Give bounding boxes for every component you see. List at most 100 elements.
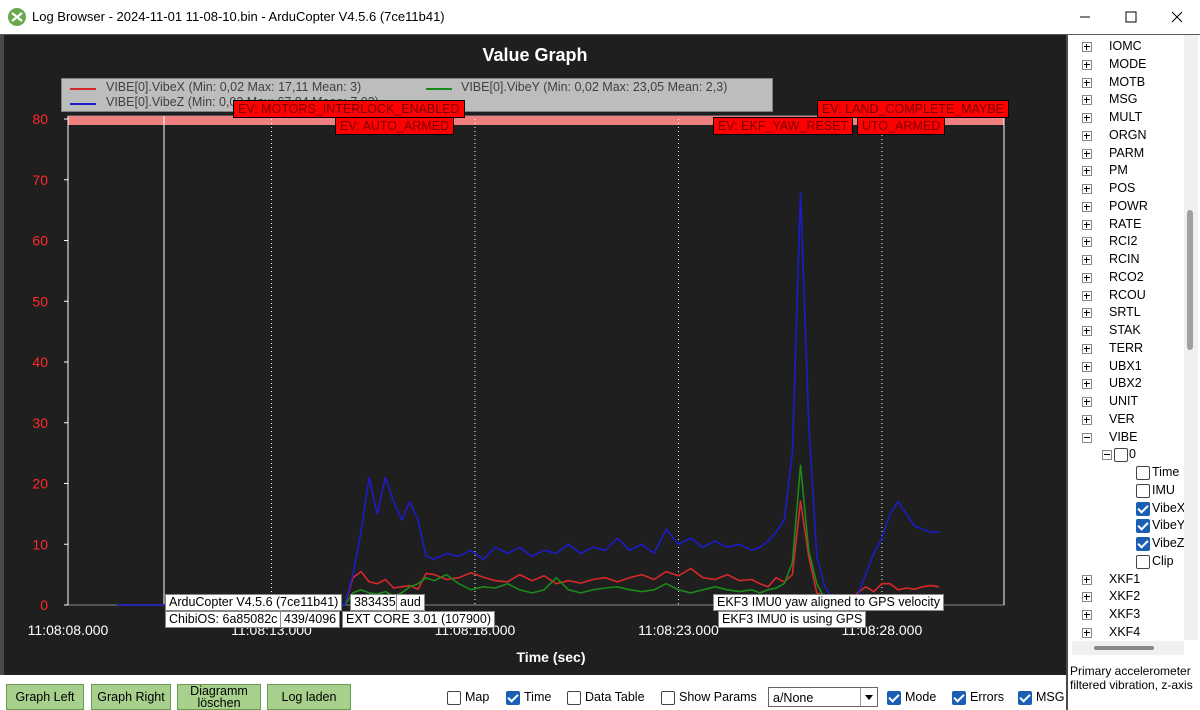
field-label-clip[interactable]: Clip — [1152, 553, 1174, 570]
expand-icon[interactable] — [1082, 255, 1092, 265]
tree-horizontal-scrollbar-thumb[interactable] — [1094, 646, 1154, 650]
minimize-button[interactable] — [1062, 0, 1108, 34]
field-label-vibex[interactable]: VibeX — [1152, 500, 1184, 517]
expand-icon[interactable] — [1082, 343, 1092, 354]
expand-icon[interactable] — [1082, 148, 1092, 159]
time-checkbox[interactable] — [506, 691, 520, 705]
field-checkbox-vibez[interactable] — [1136, 537, 1150, 551]
clear-graph-button[interactable]: Diagramm löschen — [177, 684, 261, 710]
tree-item-rco2[interactable]: RCO2 — [1109, 269, 1144, 286]
show-params-checkbox[interactable] — [661, 691, 675, 705]
tree-horizontal-scrollbar[interactable] — [1072, 641, 1184, 655]
tree-item-xkf3[interactable]: XKF3 — [1109, 606, 1140, 623]
tree-item-rci2[interactable]: RCI2 — [1109, 233, 1137, 250]
expand-icon[interactable] — [1082, 77, 1092, 88]
errors-checkbox[interactable] — [952, 691, 966, 705]
expand-icon[interactable] — [1082, 272, 1092, 283]
tree-item-stak[interactable]: STAK — [1109, 322, 1141, 339]
instance-checkbox[interactable] — [1114, 448, 1128, 463]
tree-item-powr[interactable]: POWR — [1109, 198, 1148, 215]
expand-icon[interactable] — [1082, 201, 1092, 212]
close-button[interactable] — [1154, 0, 1200, 34]
tree-item-instance[interactable]: 0 — [1129, 446, 1136, 463]
tree-item-xkf1[interactable]: XKF1 — [1109, 571, 1140, 588]
graph-right-button[interactable]: Graph Right — [91, 684, 171, 710]
expand-icon[interactable] — [1082, 42, 1092, 52]
maximize-button[interactable] — [1108, 0, 1154, 34]
field-label-vibey[interactable]: VibeY — [1152, 517, 1184, 534]
tree-item-parm[interactable]: PARM — [1109, 145, 1144, 162]
tree-item-srtl[interactable]: SRTL — [1109, 304, 1141, 321]
tree-item-pos[interactable]: POS — [1109, 180, 1135, 197]
tree-item-terr[interactable]: TERR — [1109, 340, 1143, 357]
tree-item-rate[interactable]: RATE — [1109, 216, 1141, 233]
expand-icon[interactable] — [1082, 361, 1092, 372]
field-label-imu[interactable]: IMU — [1152, 482, 1175, 499]
collapse-icon[interactable] — [1102, 450, 1112, 461]
tree-item-msg[interactable]: MSG — [1109, 91, 1137, 108]
tree-item-ubx2[interactable]: UBX2 — [1109, 375, 1142, 392]
msg-checkbox[interactable] — [1018, 691, 1032, 705]
field-label-time[interactable]: Time — [1152, 464, 1179, 481]
chevron-down-icon[interactable] — [860, 688, 877, 706]
expand-icon[interactable] — [1082, 130, 1092, 141]
mode-select[interactable]: a/None — [768, 687, 878, 707]
tree-item-pm[interactable]: PM — [1109, 162, 1128, 179]
expand-icon[interactable] — [1082, 237, 1092, 248]
expand-icon[interactable] — [1082, 308, 1092, 319]
window-title: Log Browser - 2024-11-01 11-08-10.bin - … — [32, 9, 445, 24]
expand-icon[interactable] — [1082, 574, 1092, 585]
expand-icon[interactable] — [1082, 610, 1092, 620]
plot-area — [67, 115, 1005, 606]
tree-item-iomc[interactable]: IOMC — [1109, 38, 1142, 55]
tree-item-rcou[interactable]: RCOU — [1109, 287, 1146, 304]
field-checkbox-time[interactable] — [1136, 466, 1150, 480]
tree-item-mult[interactable]: MULT — [1109, 109, 1142, 126]
y-tick-label: 20 — [32, 476, 48, 492]
expand-icon[interactable] — [1082, 113, 1092, 123]
tree-item-rcin[interactable]: RCIN — [1109, 251, 1140, 268]
mode-checkbox[interactable] — [887, 691, 901, 705]
tree-item-mode[interactable]: MODE — [1109, 56, 1147, 73]
x-axis-label: Time (sec) — [517, 649, 586, 665]
expand-icon[interactable] — [1082, 219, 1092, 230]
mode-checkbox-label: Mode — [905, 690, 937, 704]
graph-left-button[interactable]: Graph Left — [6, 684, 84, 710]
expand-icon[interactable] — [1082, 397, 1092, 407]
expand-icon[interactable] — [1082, 59, 1092, 70]
field-tree[interactable]: IOMC MODE MOTB MSG MULT ORGN PARM PM POS POWR RATE… — [1072, 35, 1184, 640]
load-log-button[interactable]: Log laden — [267, 684, 351, 710]
tree-item-xkf2[interactable]: XKF2 — [1109, 588, 1140, 605]
field-checkbox-clip[interactable] — [1136, 554, 1150, 569]
map-checkbox[interactable] — [447, 691, 461, 705]
tree-item-unit[interactable]: UNIT — [1109, 393, 1138, 410]
collapse-icon[interactable] — [1082, 432, 1092, 443]
field-checkbox-vibex[interactable] — [1136, 501, 1150, 516]
expand-icon[interactable] — [1082, 414, 1092, 425]
graph-panel[interactable]: 11:08:08.000 11:08:13.000 11:08:18.000 11:0… — [4, 35, 1066, 675]
tree-item-motb[interactable]: MOTB — [1109, 74, 1145, 91]
field-label-vibez[interactable]: VibeZ — [1152, 535, 1184, 552]
expand-icon[interactable] — [1082, 166, 1092, 177]
expand-icon[interactable] — [1082, 95, 1092, 106]
data-table-checkbox[interactable] — [567, 691, 581, 705]
tree-item-orgn[interactable]: ORGN — [1109, 127, 1147, 144]
expand-icon[interactable] — [1082, 326, 1092, 336]
tree-item-xkf4[interactable]: XKF4 — [1109, 624, 1140, 640]
field-checkbox-imu[interactable] — [1136, 483, 1150, 498]
expand-icon[interactable] — [1082, 592, 1092, 603]
expand-icon[interactable] — [1082, 290, 1092, 301]
tree-item-ver[interactable]: VER — [1109, 411, 1135, 428]
expand-icon[interactable] — [1082, 379, 1092, 390]
tree-item-ubx1[interactable]: UBX1 — [1109, 358, 1142, 375]
field-checkbox-vibey[interactable] — [1136, 519, 1150, 534]
x-tick-label: 11:08:23.000 — [638, 622, 719, 638]
expand-icon[interactable] — [1082, 184, 1092, 194]
tree-scrollbar-thumb[interactable] — [1187, 210, 1193, 350]
message-label: EXT CORE 3.01 (107900) — [342, 611, 495, 628]
expand-icon[interactable] — [1082, 627, 1092, 638]
tree-item-vibe[interactable]: VIBE — [1109, 429, 1138, 446]
time-checkbox-label: Time — [524, 690, 552, 704]
message-label: 383435 — [350, 594, 400, 611]
y-tick-label: 40 — [32, 354, 48, 370]
